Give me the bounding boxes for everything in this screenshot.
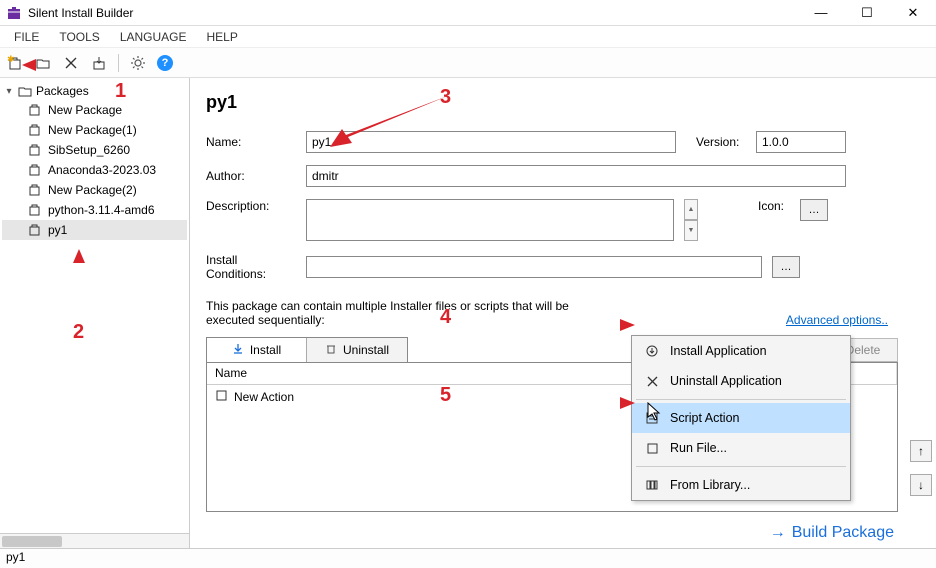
sidebar: ▾ Packages New Package New Package(1) Si… [0,78,190,548]
window-controls: — ☐ ✕ [798,0,936,26]
tree-item[interactable]: New Package [2,100,187,120]
import-icon[interactable] [90,54,108,72]
ctx-label: Install Application [670,344,767,358]
toolbar: ✱ ? [0,48,936,78]
menubar: FILE TOOLS LANGUAGE HELP [0,26,936,48]
spin-down[interactable]: ▼ [684,220,698,241]
ctx-run-file[interactable]: Run File... [632,433,850,463]
ctx-label: Run File... [670,441,727,455]
install-app-icon [644,343,660,359]
version-input[interactable] [756,131,846,153]
tree-item[interactable]: Anaconda3-2023.03 [2,160,187,180]
ctx-install-application[interactable]: Install Application [632,336,850,366]
name-input[interactable] [306,131,676,153]
maximize-button[interactable]: ☐ [844,0,890,26]
arrow-right-icon: → [770,524,786,542]
minimize-button[interactable]: — [798,0,844,26]
icon-label: Icon: [758,199,790,213]
pkg-label: New Package [48,103,122,117]
add-context-menu: Install Application Uninstall Applicatio… [631,335,851,501]
script-action-icon [644,410,660,426]
uninstall-app-icon [644,373,660,389]
open-icon[interactable] [34,54,52,72]
tree-item[interactable]: New Package(2) [2,180,187,200]
package-icon [28,223,42,237]
pkg-label: Anaconda3-2023.03 [48,163,156,177]
tab-install[interactable]: Install [207,338,307,362]
status-text: py1 [6,550,25,564]
download-icon [232,343,244,358]
window-title: Silent Install Builder [28,6,133,20]
package-icon [28,143,42,157]
page-title: py1 [206,92,918,113]
install-tabs: Install Uninstall [206,337,408,363]
install-conditions-browse-button[interactable]: … [772,256,800,278]
description-input[interactable] [306,199,674,241]
svg-text:✱: ✱ [7,55,15,64]
package-icon [28,183,42,197]
tree-item-selected[interactable]: py1 [2,220,187,240]
ctx-from-library[interactable]: From Library... [632,470,850,500]
name-label: Name: [206,135,296,149]
menu-file[interactable]: FILE [6,28,47,46]
package-icon [28,123,42,137]
library-icon [644,477,660,493]
build-package-link[interactable]: → Build Package [770,524,894,542]
author-input[interactable] [306,165,846,187]
folder-icon [18,84,32,98]
tree-item[interactable]: New Package(1) [2,120,187,140]
tree-root-packages[interactable]: ▾ Packages [2,82,187,100]
author-label: Author: [206,169,296,183]
pkg-label: New Package(2) [48,183,137,197]
app-icon [6,5,22,21]
menu-tools[interactable]: TOOLS [51,28,107,46]
pkg-label: New Package(1) [48,123,137,137]
tree-root-label: Packages [36,84,89,98]
help-icon[interactable]: ? [157,55,173,71]
script-icon [215,389,228,405]
new-package-icon[interactable]: ✱ [6,54,24,72]
tab-label: Install [250,343,281,357]
statusbar: py1 [0,548,936,568]
sidebar-hscroll[interactable] [0,533,189,548]
hint-text: This package can contain multiple Instal… [206,299,606,327]
run-file-icon [644,440,660,456]
collapse-icon[interactable]: ▾ [4,86,14,97]
install-conditions-input[interactable] [306,256,762,278]
grid-cell: New Action [234,390,294,404]
tree-item[interactable]: SibSetup_6260 [2,140,187,160]
menu-language[interactable]: LANGUAGE [112,28,195,46]
ctx-label: Uninstall Application [670,374,782,388]
ctx-uninstall-application[interactable]: Uninstall Application [632,366,850,396]
install-conditions-label: Install Conditions: [206,253,296,281]
pkg-label: SibSetup_6260 [48,143,130,157]
titlebar: Silent Install Builder — ☐ ✕ [0,0,936,26]
package-icon [28,163,42,177]
tab-uninstall[interactable]: Uninstall [307,338,407,362]
description-label: Description: [206,199,296,213]
delete-toolbar-icon[interactable] [62,54,80,72]
close-button[interactable]: ✕ [890,0,936,26]
move-up-button[interactable]: ↑ [910,440,932,462]
menu-help[interactable]: HELP [199,28,246,46]
spin-up[interactable]: ▲ [684,199,698,220]
gear-icon[interactable] [129,54,147,72]
package-icon [28,203,42,217]
ctx-script-action[interactable]: Script Action [632,403,850,433]
pkg-label: python-3.11.4-amd6 [48,203,155,217]
move-down-button[interactable]: ↓ [910,474,932,496]
ctx-label: Script Action [670,411,739,425]
icon-browse-button[interactable]: … [800,199,828,221]
ctx-label: From Library... [670,478,750,492]
tree-item[interactable]: python-3.11.4-amd6 [2,200,187,220]
package-icon [28,103,42,117]
pkg-label: py1 [48,223,67,237]
trash-icon [325,343,337,358]
tab-label: Uninstall [343,343,389,357]
version-label: Version: [696,135,746,149]
advanced-options-link[interactable]: Advanced options.. [786,313,888,327]
grid-col-name: Name [207,363,661,384]
